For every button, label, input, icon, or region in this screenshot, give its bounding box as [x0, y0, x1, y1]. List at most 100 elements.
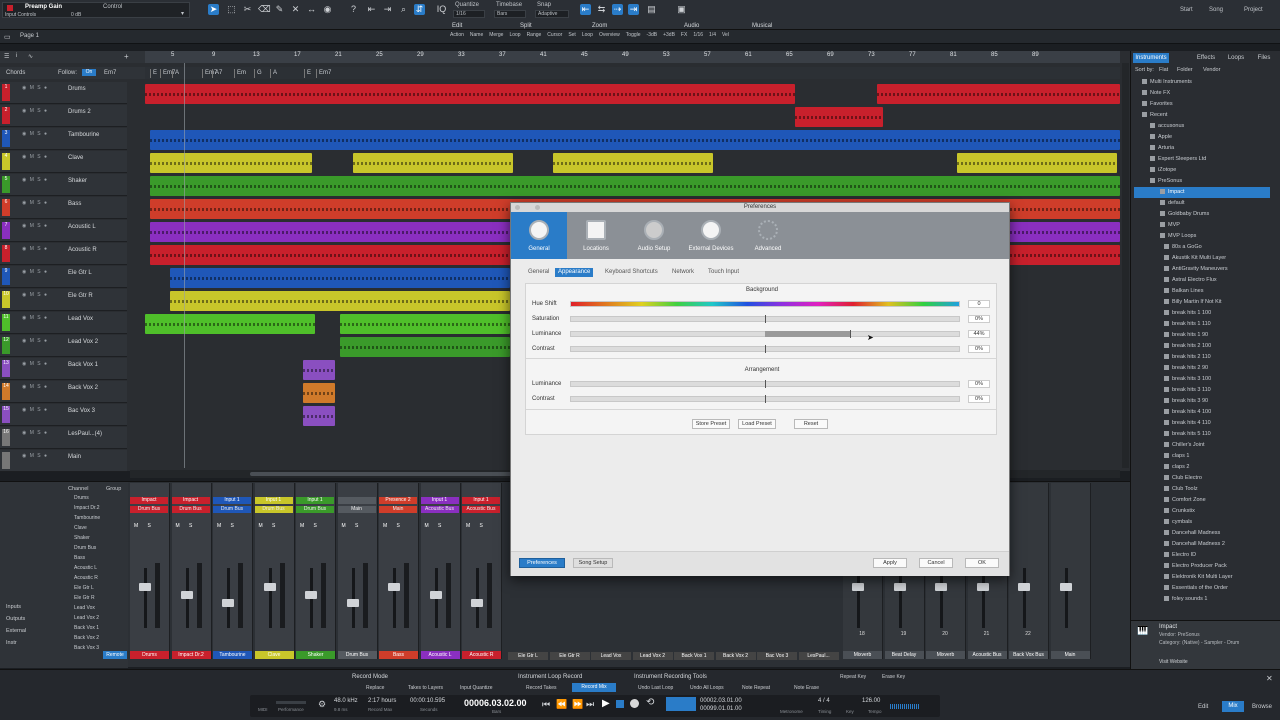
track-buttons[interactable]: ◉ M S ●: [22, 292, 48, 298]
browser-item[interactable]: claps 2: [1134, 462, 1270, 473]
footer-song-setup-tab[interactable]: Song Setup: [573, 558, 613, 568]
browser-item[interactable]: Arturia: [1134, 143, 1270, 154]
chevron-down-icon[interactable]: ▾: [181, 10, 184, 17]
zoom-loop-button[interactable]: Loop: [582, 32, 593, 41]
sort-flat[interactable]: Flat: [1159, 67, 1168, 73]
browser-item[interactable]: Club Toolz: [1134, 484, 1270, 495]
tab-files[interactable]: Files: [1251, 53, 1277, 63]
strip-bus[interactable]: Drum Bus: [254, 506, 293, 513]
undo-all-loops[interactable]: Undo All Loops: [690, 685, 724, 691]
track-buttons[interactable]: ◉ M S ●: [22, 338, 48, 344]
track-header[interactable]: 14 ◉ M S ● Back Vox 2: [0, 381, 127, 403]
mixer-channel-name[interactable]: Drums: [74, 495, 89, 501]
remote-button[interactable]: Remote: [103, 651, 127, 659]
fader-cap[interactable]: [180, 591, 193, 599]
fader-cap[interactable]: [1059, 583, 1072, 591]
snap-toggle-icon[interactable]: ⇵: [414, 4, 425, 15]
chord-item[interactable]: A: [172, 69, 179, 78]
automation-icon[interactable]: ∿: [28, 53, 33, 60]
tab-loops[interactable]: Loops: [1223, 53, 1249, 63]
saturation-handle[interactable]: [765, 315, 766, 323]
strip-bus[interactable]: Drum Bus: [213, 506, 251, 513]
track-header[interactable]: 1 ◉ M S ● Drums: [0, 82, 127, 104]
mixer-channel-name[interactable]: Lead Vox: [74, 605, 95, 611]
strip-input[interactable]: Input 1: [296, 497, 334, 504]
browser-item[interactable]: Billy Martin If Not Kit: [1134, 297, 1270, 308]
metronome-label[interactable]: Metronome: [780, 709, 803, 714]
sort-folder[interactable]: Folder: [1177, 67, 1193, 73]
instr-label[interactable]: Instr: [6, 640, 17, 646]
track-buttons[interactable]: ◉ M S ●: [22, 177, 48, 183]
end-icon[interactable]: ⏭: [586, 699, 594, 710]
iq-icon[interactable]: IQ: [436, 4, 447, 15]
track-header[interactable]: 3 ◉ M S ● Tambourine: [0, 128, 127, 150]
browser-item[interactable]: break hits 5 110: [1134, 429, 1270, 440]
chord-lane[interactable]: [145, 67, 1120, 79]
browser-item[interactable]: Akustik Kit Multi Layer: [1134, 253, 1270, 264]
forward-icon[interactable]: ⏩: [572, 699, 583, 710]
mixer-strip[interactable]: Presence 2 Main M S Bass: [379, 483, 419, 659]
fader-track[interactable]: [1064, 568, 1068, 628]
browser-item[interactable]: Club Electro: [1134, 473, 1270, 484]
strip-bus[interactable]: Drum Bus: [130, 506, 168, 513]
zoom-overview-button[interactable]: Overview: [599, 32, 620, 41]
browser-item[interactable]: break hits 1 100: [1134, 308, 1270, 319]
browser-item[interactable]: Electro ID: [1134, 550, 1270, 561]
name-button[interactable]: Name: [470, 32, 483, 41]
fader-track[interactable]: [268, 568, 272, 628]
track-header[interactable]: 6 ◉ M S ● Bass: [0, 197, 127, 219]
track-header[interactable]: 2 ◉ M S ● Drums 2: [0, 105, 127, 127]
range-tool-icon[interactable]: ⬚: [226, 4, 237, 15]
loop-toggle[interactable]: [666, 697, 696, 711]
key-label[interactable]: Key: [846, 709, 854, 714]
fader-cap[interactable]: [1018, 583, 1030, 591]
fader-track[interactable]: [1023, 568, 1026, 628]
mixer-channel-name[interactable]: Bass: [74, 555, 85, 561]
visit-website-link[interactable]: Visit Website: [1159, 659, 1188, 665]
arrow-tool-icon[interactable]: ➤: [208, 4, 219, 15]
audio-clip[interactable]: [303, 383, 335, 403]
browser-item[interactable]: Electro Producer Pack: [1134, 561, 1270, 572]
browser-item[interactable]: break hits 3 90: [1134, 396, 1270, 407]
browser-item[interactable]: Dancehall Madness 2: [1134, 539, 1270, 550]
snap-start-icon[interactable]: ⇤: [366, 4, 377, 15]
listen-tool-icon[interactable]: ◉: [322, 4, 333, 15]
fader-cap[interactable]: [388, 583, 400, 591]
help-icon[interactable]: ?: [348, 4, 359, 15]
fader-cap[interactable]: [471, 599, 483, 607]
browser-item[interactable]: claps 1: [1134, 451, 1270, 462]
subtab-network[interactable]: Network: [669, 268, 697, 277]
strip-input[interactable]: [337, 497, 376, 504]
mixer-strip[interactable]: Input 1 Drum Bus M S Tambourine: [213, 483, 253, 659]
quantize-select[interactable]: 1/16: [453, 10, 485, 18]
mixer-channel-name[interactable]: Drum Bus: [74, 545, 96, 551]
browser-item[interactable]: Multi Instruments: [1134, 77, 1270, 88]
mixer-channel-name[interactable]: Acoustic L: [74, 565, 97, 571]
track-list-icon[interactable]: ☰: [4, 53, 9, 60]
close-icon[interactable]: ✕: [1266, 674, 1273, 683]
audio-clip[interactable]: [957, 153, 1117, 173]
mixer-strip[interactable]: Main: [1050, 483, 1091, 659]
browser-item[interactable]: break hits 4 100: [1134, 407, 1270, 418]
time-signature[interactable]: 4 / 4: [818, 698, 830, 704]
chord-item[interactable]: Em: [234, 69, 246, 78]
subtab-general[interactable]: General: [525, 268, 552, 277]
back-icon[interactable]: ⏪: [556, 699, 567, 710]
record-takes-option[interactable]: Record Takes: [526, 685, 556, 691]
track-buttons[interactable]: ◉ M S ●: [22, 430, 48, 436]
cancel-button[interactable]: Cancel: [919, 558, 953, 568]
quant-16-button[interactable]: 1/16: [693, 32, 703, 41]
track-header[interactable]: 10 ◉ M S ● Ele Gtr R: [0, 289, 127, 311]
track-buttons[interactable]: ◉ M S ●: [22, 269, 48, 275]
strip-input[interactable]: Presence 2: [379, 497, 417, 504]
mix-view-button[interactable]: Mix: [1222, 701, 1244, 712]
tab-instruments[interactable]: Instruments: [1133, 53, 1169, 63]
project-button[interactable]: Project: [1244, 7, 1263, 13]
mixer-channel-name[interactable]: Acoustic R: [74, 575, 98, 581]
record-mix-option[interactable]: Record Mix: [572, 683, 616, 692]
loop-icon[interactable]: ⟲: [646, 697, 654, 708]
ok-button[interactable]: OK: [965, 558, 999, 568]
arr-contrast-handle[interactable]: [765, 395, 766, 403]
audio-clip[interactable]: [303, 360, 335, 380]
window-close-icon[interactable]: [515, 205, 520, 210]
